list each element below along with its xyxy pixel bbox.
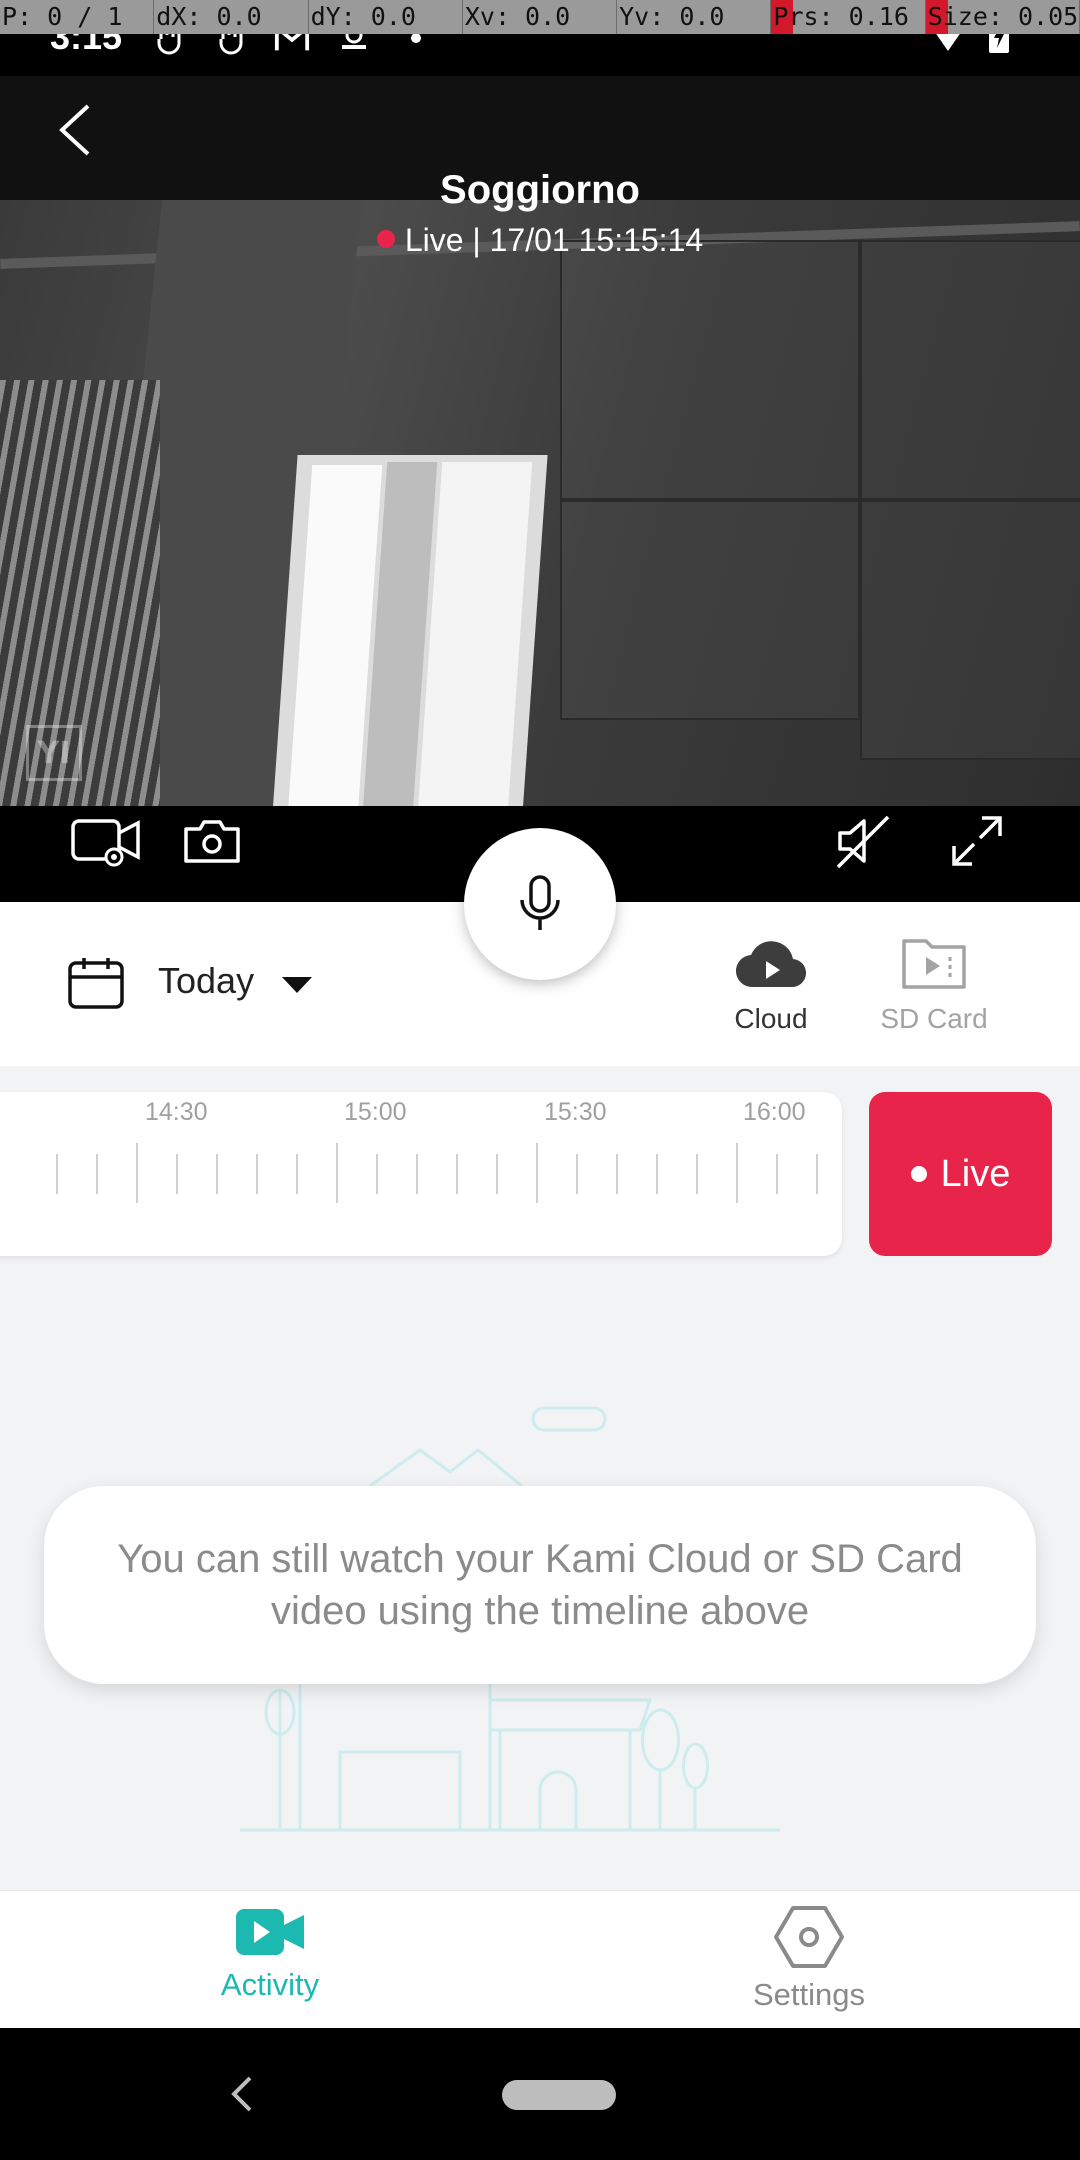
live-dot-icon: [910, 1166, 927, 1182]
timeline-minor-tick: [56, 1154, 58, 1194]
timeline-minor-tick: [816, 1154, 818, 1194]
timeline-major-tick: [336, 1143, 338, 1203]
timeline-tick-label: 14:30: [145, 1098, 208, 1126]
timeline-minor-tick: [616, 1154, 618, 1194]
timeline-minor-tick: [376, 1154, 378, 1194]
timeline-major-tick: [136, 1143, 138, 1203]
timeline-major-tick: [736, 1143, 738, 1203]
chevron-down-icon[interactable]: [282, 977, 312, 993]
timeline-tick-label: 15:00: [344, 1098, 407, 1126]
pointer-location-overlay: P: 0 / 1 dX: 0.0 dY: 0.0 Xv: 0.0 Yv: 0.0…: [0, 0, 1080, 34]
hexagon-settings-icon: [774, 1906, 844, 1968]
mute-icon: [836, 815, 890, 869]
bottom-navigation: [0, 1890, 1080, 2028]
timeline-minor-tick: [656, 1154, 658, 1194]
source-sd-card-button[interactable]: SD Card: [864, 935, 1004, 1045]
snapshot-button[interactable]: [172, 806, 252, 876]
timeline-tick-label: 16:00: [743, 1098, 806, 1126]
timeline-minor-tick: [576, 1154, 578, 1194]
timeline-major-tick: [536, 1143, 538, 1203]
mute-button[interactable]: [822, 806, 902, 876]
tab-activity[interactable]: Activity: [170, 1905, 370, 2003]
camera-feed[interactable]: YI: [0, 200, 1080, 806]
timeline-minor-tick: [696, 1154, 698, 1194]
live-status: Live | 17/01 15:15:14: [0, 222, 1080, 259]
record-video-button[interactable]: [56, 806, 156, 876]
watermark-logo: YI: [26, 725, 82, 781]
timeline-minor-tick: [216, 1154, 218, 1194]
tab-settings[interactable]: Settings: [709, 1905, 909, 2013]
live-button[interactable]: Live: [869, 1092, 1052, 1256]
timeline-minor-tick: [456, 1154, 458, 1194]
live-indicator-dot: [376, 230, 395, 248]
cloud-play-icon: [735, 941, 807, 988]
snapshot-icon: [184, 820, 240, 863]
video-camera-icon: [236, 1909, 304, 1955]
timeline-minor-tick: [296, 1154, 298, 1194]
source-cloud-button[interactable]: Cloud: [701, 935, 841, 1045]
timeline-tick-label: 15:30: [544, 1098, 607, 1126]
camera-title: Soggiorno: [440, 168, 640, 212]
system-home-pill[interactable]: [502, 2080, 616, 2110]
sd-folder-icon: [902, 939, 966, 989]
timeline-minor-tick: [256, 1154, 258, 1194]
timeline-minor-tick: [776, 1154, 778, 1194]
microphone-icon: [520, 875, 560, 930]
recording-timeline[interactable]: [0, 1092, 842, 1256]
fullscreen-button[interactable]: [937, 806, 1017, 876]
timeline-minor-tick: [496, 1154, 498, 1194]
back-button[interactable]: [50, 100, 100, 160]
empty-state-message: You can still watch your Kami Cloud or S…: [117, 1537, 963, 1633]
system-back-icon[interactable]: [222, 2072, 262, 2116]
calendar-icon[interactable]: [66, 955, 126, 1015]
talk-button[interactable]: [464, 828, 616, 980]
empty-state-card: You can still watch your Kami Cloud or S…: [44, 1486, 1036, 1684]
timeline-minor-tick: [96, 1154, 98, 1194]
record-video-icon: [71, 819, 140, 867]
date-filter-label[interactable]: Today: [158, 960, 254, 1002]
timeline-minor-tick: [416, 1154, 418, 1194]
timeline-minor-tick: [176, 1154, 178, 1194]
fullscreen-icon: [952, 816, 1002, 866]
